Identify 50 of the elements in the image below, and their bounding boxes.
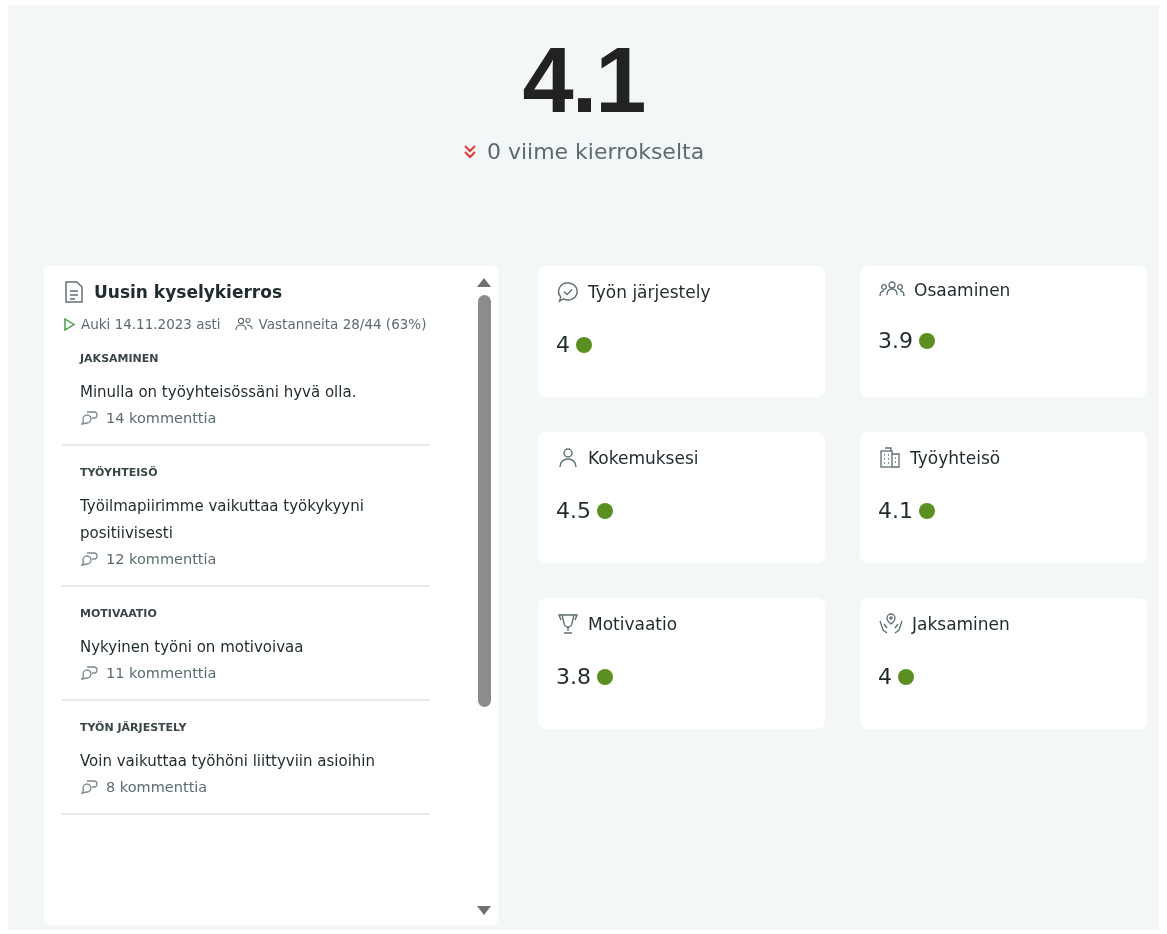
comment-count[interactable]: 11 kommenttia bbox=[106, 665, 217, 681]
category-title: Motivaatio bbox=[588, 614, 678, 634]
person-icon bbox=[556, 446, 580, 470]
change-text: 0 viime kierrokselta bbox=[486, 139, 705, 164]
comment-count[interactable]: 12 kommenttia bbox=[106, 551, 217, 567]
comment-count[interactable]: 14 kommenttia bbox=[106, 410, 217, 426]
overall-score: 4.1 bbox=[522, 28, 645, 133]
question-category: JAKSAMINEN bbox=[80, 352, 160, 365]
scroll-up-icon[interactable] bbox=[477, 278, 491, 287]
comments-icon bbox=[80, 665, 98, 681]
category-card[interactable]: Osaaminen 3.9 bbox=[860, 266, 1147, 397]
chat-check-icon bbox=[556, 280, 580, 304]
question-text[interactable]: Nykyinen työni on motivoivaa bbox=[80, 634, 430, 661]
survey-title: Uusin kyselykierros bbox=[94, 282, 283, 302]
scrollbar-thumb[interactable] bbox=[477, 295, 491, 707]
question-category: MOTIVAATIO bbox=[80, 607, 158, 620]
question-text[interactable]: Voin vaikuttaa työhöni liittyviin asioihin bbox=[80, 748, 430, 775]
category-score: 3.8 bbox=[556, 664, 591, 689]
open-until-text: Auki 14.11.2023 asti bbox=[81, 316, 221, 332]
question-text[interactable]: Minulla on työyhteisössäni hyvä olla. bbox=[80, 379, 430, 406]
people-icon bbox=[234, 317, 253, 331]
category-card[interactable]: Työn järjestely 4 bbox=[538, 266, 825, 397]
document-icon bbox=[64, 280, 84, 304]
question-text[interactable]: Työilmapiirimme vaikuttaa työkykyyni positiivisesti bbox=[80, 493, 430, 547]
comment-count[interactable]: 8 kommenttia bbox=[106, 779, 208, 795]
building-icon bbox=[878, 446, 902, 470]
question-category: TYÖN JÄRJESTELY bbox=[80, 721, 188, 734]
category-title: Jaksaminen bbox=[912, 614, 1010, 634]
comments-icon bbox=[80, 551, 98, 567]
scroll-down-icon[interactable] bbox=[477, 906, 491, 915]
trophy-icon bbox=[556, 612, 580, 636]
category-score: 4.5 bbox=[556, 498, 591, 523]
category-title: Osaaminen bbox=[914, 280, 1011, 300]
category-card[interactable]: Motivaatio 3.8 bbox=[538, 598, 825, 729]
comments-icon bbox=[80, 410, 98, 426]
question-category: TYÖYHTEISÖ bbox=[80, 466, 159, 479]
category-title: Työyhteisö bbox=[910, 448, 1001, 468]
category-score: 4.1 bbox=[878, 498, 913, 523]
category-title: Työn järjestely bbox=[588, 282, 711, 302]
category-title: Kokemuksesi bbox=[588, 448, 699, 468]
double-chevron-down-icon bbox=[462, 143, 477, 160]
category-score: 4 bbox=[556, 332, 570, 357]
category-card[interactable]: Jaksaminen 4 bbox=[860, 598, 1147, 729]
comments-icon bbox=[80, 779, 98, 795]
play-icon bbox=[64, 317, 75, 331]
category-score: 3.9 bbox=[878, 328, 913, 353]
category-card[interactable]: Työyhteisö 4.1 bbox=[860, 432, 1147, 563]
category-card[interactable]: Kokemuksesi 4.5 bbox=[538, 432, 825, 563]
respondents-text: Vastanneita 28/44 (63%) bbox=[258, 316, 427, 332]
category-score: 4 bbox=[878, 664, 892, 689]
